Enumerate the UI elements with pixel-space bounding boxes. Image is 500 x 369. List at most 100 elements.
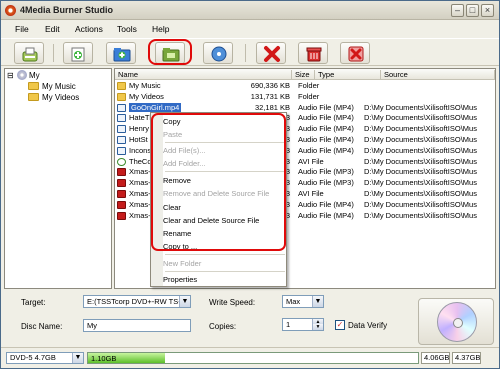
table-row[interactable]: My Music 690,336 KB Folder [115, 81, 495, 91]
disc-type-select[interactable]: DVD-5 4.7GB ▼ [6, 352, 84, 364]
chevron-down-icon[interactable]: ▼ [72, 353, 83, 363]
chevron-down-icon[interactable]: ▼ [179, 296, 190, 307]
ctx-properties[interactable]: Properties [163, 275, 197, 284]
audio-file-icon [117, 114, 126, 123]
audio-file-icon [117, 136, 126, 144]
cell-source: D:\My Documents\XilisoftISO\Mus [364, 199, 477, 209]
cell-source: D:\My Documents\XilisoftISO\Mus [364, 167, 477, 177]
copies-label: Copies: [209, 322, 237, 331]
cell-name: HotSt [129, 135, 148, 144]
menu-edit[interactable]: Edit [45, 24, 60, 34]
cell-type: AVI File [298, 156, 324, 166]
cell-name: TheCo [129, 156, 152, 166]
cell-name: My Videos [129, 91, 164, 101]
folder-icon [28, 93, 39, 101]
target-select[interactable]: E:(TSSTcorp DVD+-RW TS-H553 ▼ [83, 295, 191, 308]
media-file-icon [117, 190, 126, 198]
minimize-icon[interactable]: – [451, 4, 464, 17]
copies-value: 1 [286, 320, 291, 329]
col-size[interactable]: Size [292, 70, 315, 80]
data-verify-checkbox[interactable]: ✓ [335, 320, 345, 330]
chevron-down-icon[interactable]: ▼ [312, 296, 323, 307]
delete-all-button[interactable] [298, 42, 328, 64]
cell-size: 131,731 KB [250, 91, 290, 101]
disc-name-value: My [87, 321, 97, 330]
folder-icon [28, 82, 39, 90]
folder-icon [117, 82, 126, 90]
menu-separator [165, 271, 285, 272]
delete-with-source-button[interactable] [340, 42, 370, 64]
cell-name: Incons [129, 145, 152, 155]
app-window: 4Media Burner Studio – □ × File Edit Act… [0, 0, 500, 369]
new-folder-button[interactable] [106, 42, 136, 64]
disc-name-field[interactable]: My [83, 319, 191, 332]
cell-name: Henry [129, 124, 150, 134]
highlight-annotation [148, 39, 192, 65]
cell-source: D:\My Documents\XilisoftISO\Mus [364, 178, 477, 188]
tree-root[interactable]: My [17, 70, 40, 80]
cell-name: Xmas- [129, 167, 151, 177]
data-verify-label: Data Verify [348, 321, 388, 330]
total-space: 4.37GB [452, 352, 481, 364]
disc-icon [17, 70, 27, 80]
write-speed-value: Max [286, 297, 301, 306]
highlight-annotation [151, 113, 286, 251]
table-row[interactable]: My Videos 131,731 KB Folder [115, 92, 495, 102]
media-file-icon [117, 211, 126, 220]
folder-icon [117, 92, 126, 101]
tree-item-my-music[interactable]: My Music [28, 82, 76, 91]
tree-root-label: My [29, 71, 40, 80]
toolbar [1, 38, 499, 66]
add-file-button[interactable] [14, 42, 44, 64]
cell-source: D:\My Documents\XilisoftISO\Mus [364, 124, 477, 134]
toolbar-separator [245, 44, 246, 62]
cell-source: D:\My Documents\XilisoftISO\Mus [364, 135, 477, 144]
close-icon[interactable]: × [481, 4, 494, 17]
spin-down-icon[interactable]: ▼ [312, 324, 323, 330]
disc-type-value: DVD-5 4.7GB [10, 353, 56, 362]
menu-help[interactable]: Help [152, 24, 169, 34]
cell-source: D:\My Documents\XilisoftISO\Mus [364, 189, 477, 198]
cell-name: My Music [129, 81, 161, 90]
target-value: E:(TSSTcorp DVD+-RW TS-H553 [87, 297, 191, 306]
write-speed-label: Write Speed: [209, 298, 256, 307]
title-bar[interactable]: 4Media Burner Studio – □ × [1, 1, 499, 20]
tree-item-my-videos[interactable]: My Videos [28, 93, 79, 102]
delete-button[interactable] [256, 42, 286, 64]
add-file-icon [22, 47, 38, 62]
cell-size: 690,336 KB [250, 81, 290, 90]
cell-type: Audio File (MP3) [298, 167, 354, 177]
add-folder-button[interactable] [63, 42, 93, 64]
tree-item-label: My Music [42, 82, 76, 91]
status-bar: DVD-5 4.7GB ▼ 1.10GB 4.06GB 4.37GB [1, 347, 499, 368]
remaining-space: 4.06GB [421, 352, 450, 364]
col-type[interactable]: Type [315, 70, 381, 80]
delete-icon [264, 46, 280, 62]
cell-type: Audio File (MP4) [298, 124, 354, 134]
cell-type: AVI File [298, 189, 324, 198]
window-title: 4Media Burner Studio [20, 5, 114, 15]
cell-type: Audio File (MP3) [298, 178, 354, 188]
tree-toggle[interactable]: ⊟ [7, 71, 14, 80]
copies-stepper[interactable]: 1 ▲ ▼ [282, 318, 324, 331]
used-space: 1.10GB [91, 354, 117, 363]
maximize-icon[interactable]: □ [466, 4, 479, 17]
app-logo-icon [5, 5, 16, 16]
burn-disc-button[interactable] [418, 298, 494, 345]
cell-type: Audio File (MP4) [298, 210, 354, 220]
menu-actions[interactable]: Actions [75, 24, 103, 34]
burn-button[interactable] [203, 42, 233, 64]
menu-file[interactable]: File [15, 24, 29, 34]
add-folder-icon [71, 47, 85, 62]
cell-name: Xmas- [129, 199, 151, 209]
write-speed-select[interactable]: Max ▼ [282, 295, 324, 308]
video-file-icon [117, 157, 126, 166]
column-header: Name Size Type Source [115, 69, 495, 80]
col-source[interactable]: Source [381, 70, 495, 80]
cell-name: GoOnGirl.mp4 [127, 101, 183, 113]
cell-type: Folder [298, 91, 320, 101]
ctx-new-folder[interactable]: New Folder [163, 259, 201, 268]
menu-tools[interactable]: Tools [117, 24, 137, 34]
col-name[interactable]: Name [115, 70, 292, 80]
delete-with-source-icon [348, 46, 364, 62]
